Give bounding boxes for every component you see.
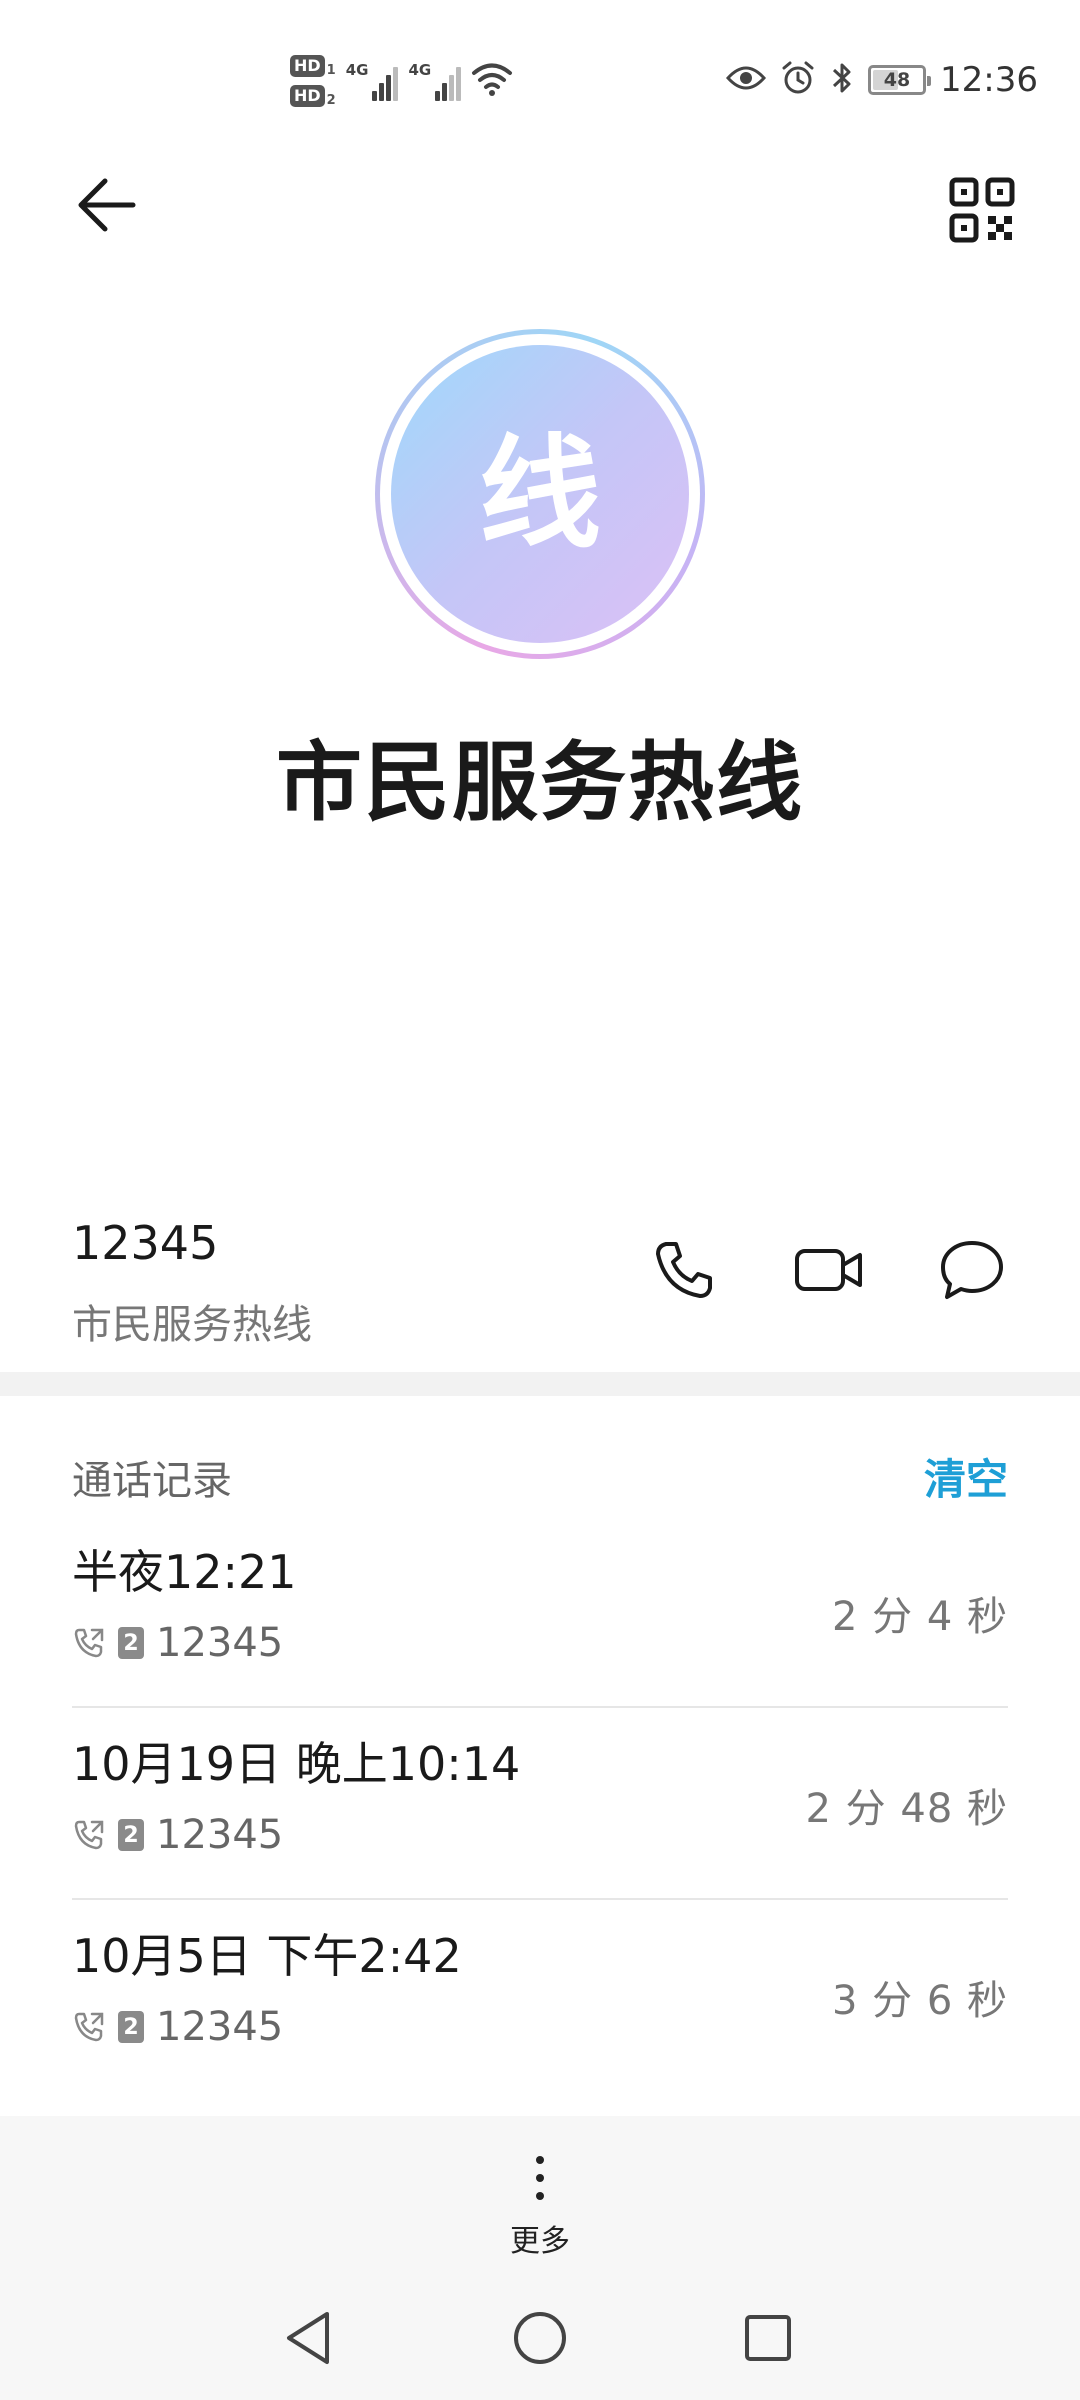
call-number: 12345 [156,1620,284,1666]
hd-sim-number: 1 [326,63,336,78]
battery-icon: 48 [868,65,932,95]
call-time: 10月19日 晚上10:14 [72,1737,521,1791]
sim-badge: 2 [118,2011,144,2043]
message-icon [941,1241,1003,1299]
avatar[interactable]: 线 [391,345,689,643]
alarm-icon [780,60,816,100]
network-type-label: 4G [345,61,369,79]
call-details: 2 12345 [72,1812,283,1858]
call-log-header: 通话记录 清空 [0,1440,1080,1510]
qr-code-button[interactable] [932,160,1032,260]
status-clock: 12:36 [940,60,1038,100]
avatar-ring-gap: 线 [380,334,700,654]
call-time: 10月5日 下午2:42 [72,1929,462,1983]
phone-number: 12345 [72,1216,219,1270]
phone-number-label: 市民服务热线 [72,1302,312,1348]
outgoing-call-icon [74,2012,104,2042]
call-time: 半夜12:21 [72,1545,297,1599]
back-arrow-icon [78,178,136,232]
call-button[interactable] [634,1220,734,1320]
status-bar: HD 1 HD 2 4G 4G 48 12:36 [0,0,1080,160]
outgoing-call-icon [74,1628,104,1658]
hd-label: HD [290,55,325,77]
back-button[interactable] [62,160,152,250]
outgoing-call-icon [74,1820,104,1850]
call-log-entry[interactable]: 10月5日 下午2:42 2 12345 3 分 6 秒 [72,1900,1008,2092]
section-divider [0,1372,1080,1396]
call-number: 12345 [156,1812,284,1858]
more-button[interactable]: 更多 [480,2126,600,2266]
call-log-entry[interactable]: 10月19日 晚上10:14 2 12345 2 分 48 秒 [72,1708,1008,1900]
system-nav-bar [0,2276,1080,2400]
more-vertical-icon [536,2156,544,2200]
nav-back-button[interactable] [268,2298,348,2378]
call-duration: 2 分 4 秒 [831,1594,1008,1640]
video-call-button[interactable] [779,1220,879,1320]
call-details: 2 12345 [72,1620,283,1666]
wifi-icon [471,61,513,101]
video-call-icon [795,1249,862,1291]
status-left: HD 1 HD 2 4G 4G [290,46,513,116]
call-details: 2 12345 [72,2004,283,2050]
call-duration: 3 分 6 秒 [831,1978,1008,2024]
nav-home-button[interactable] [500,2298,580,2378]
hd-indicator-2: HD 2 [290,85,336,107]
call-log-title: 通话记录 [72,1458,232,1504]
contact-avatar-ring: 线 [375,329,705,659]
eye-icon [725,64,767,96]
clear-call-log-button[interactable]: 清空 [924,1446,1008,1507]
signal-sim2-icon: 4G [408,61,462,101]
hd-sim-number: 2 [326,93,336,108]
hd-label: HD [290,85,325,107]
status-right: 48 12:36 [725,52,1038,108]
square-recents-icon [745,2315,791,2361]
hd-indicators: HD 1 HD 2 [290,55,336,107]
sim-badge: 2 [118,1627,144,1659]
battery-level: 48 [883,69,911,91]
circle-home-icon [514,2312,566,2364]
phone-icon [656,1242,712,1298]
avatar-initial: 线 [479,423,601,565]
hd-indicator-1: HD 1 [290,55,336,77]
network-type-label: 4G [408,61,432,79]
signal-sim1-icon: 4G [346,61,399,101]
sim-badge: 2 [118,1819,144,1851]
bluetooth-icon [830,60,854,100]
more-label: 更多 [510,2224,570,2259]
phone-number-row[interactable]: 12345 市民服务热线 [0,1200,1080,1372]
triangle-back-icon [287,2312,329,2364]
nav-recents-button[interactable] [728,2298,808,2378]
bottom-action-bar: 更多 [0,2116,1080,2276]
contact-name: 市民服务热线 [276,733,804,833]
qr-code-icon [949,177,1015,243]
message-button[interactable] [922,1220,1022,1320]
call-number: 12345 [156,2004,284,2050]
call-log-entry[interactable]: 半夜12:21 2 12345 2 分 4 秒 [72,1516,1008,1708]
call-duration: 2 分 48 秒 [805,1786,1008,1832]
